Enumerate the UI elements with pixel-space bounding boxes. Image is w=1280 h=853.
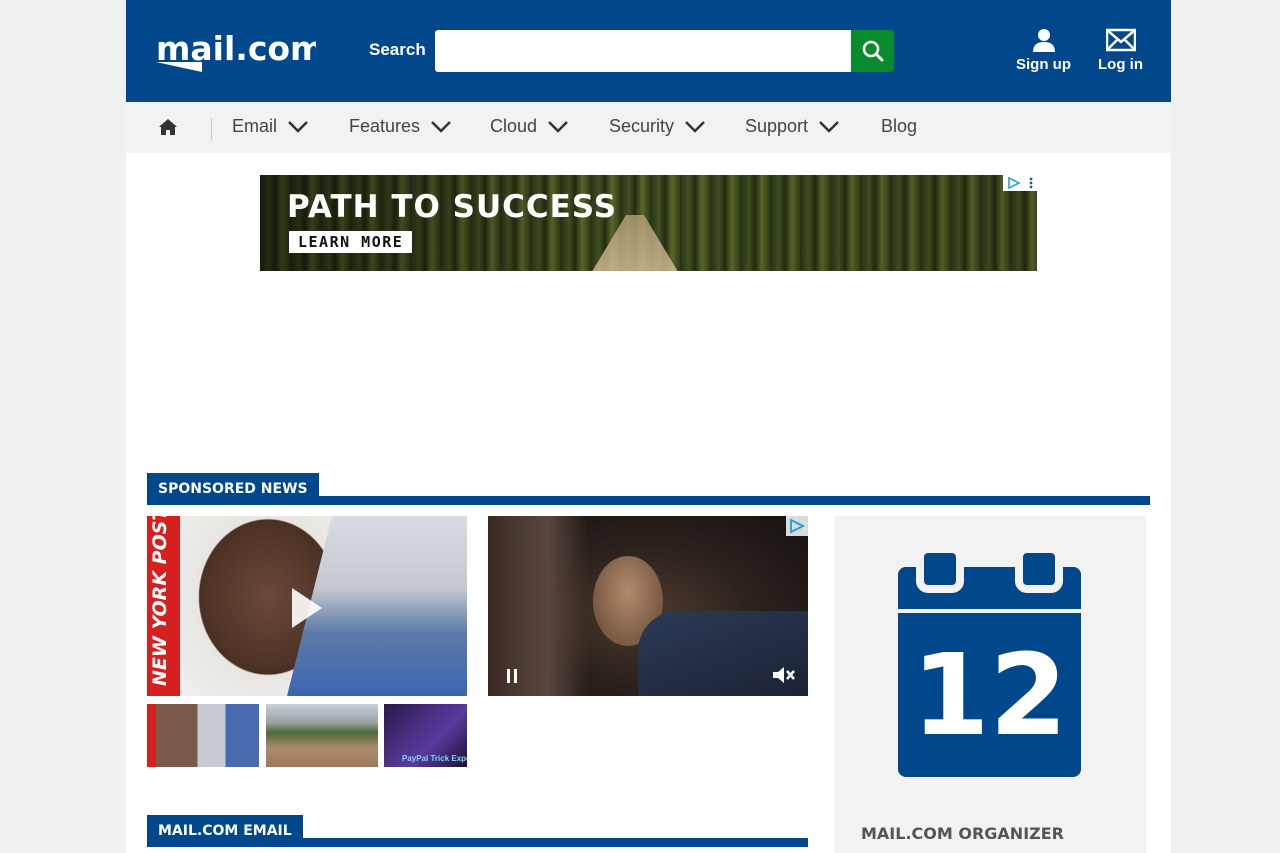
user-icon	[1032, 29, 1055, 52]
search-label: Search	[369, 40, 426, 59]
organizer-title: MAIL.COM ORGANIZER	[861, 824, 1064, 843]
chevron-down-icon	[548, 120, 568, 133]
signup-button[interactable]: Sign up	[1016, 28, 1071, 73]
nav-item-label: Email	[232, 116, 278, 136]
organizer-card[interactable]: 12 MAIL.COM ORGANIZER	[835, 516, 1146, 853]
search-icon	[862, 40, 883, 62]
ad-info-badge[interactable]	[786, 516, 808, 536]
chevron-down-icon	[819, 120, 839, 133]
page: mail.com Search Sign up Log in Email Fea…	[126, 0, 1171, 853]
mailcom-email-header: MAIL.COM EMAIL	[147, 815, 808, 847]
chevron-down-icon	[288, 120, 308, 133]
nav-item-security[interactable]: Security	[609, 116, 706, 137]
search-input[interactable]	[435, 30, 851, 72]
nav-item-label: Support	[745, 116, 809, 136]
nav-item-support[interactable]: Support	[745, 116, 840, 137]
play-icon[interactable]	[292, 588, 322, 628]
ad-headline: PATH TO SUCCESS	[287, 189, 618, 225]
ad-learn-more-button[interactable]: LEARN MORE	[289, 231, 413, 253]
chevron-down-icon	[685, 120, 705, 133]
login-label: Log in	[1098, 56, 1143, 73]
main-nav: Email Features Cloud Security Support Bl…	[126, 102, 1171, 153]
video-thumbnail[interactable]: PayPal Trick Expos	[384, 704, 467, 767]
nav-item-features[interactable]: Features	[349, 116, 452, 137]
sponsored-news-header: SPONSORED NEWS	[147, 473, 1150, 505]
calendar-day-number: 12	[911, 631, 1068, 761]
nav-item-label: Cloud	[490, 116, 538, 136]
sponsored-video-player[interactable]: NEW YORK POST	[147, 516, 467, 696]
pause-icon[interactable]	[506, 668, 518, 684]
search-button[interactable]	[851, 30, 894, 72]
section-rule	[147, 496, 1150, 505]
nav-item-cloud[interactable]: Cloud	[490, 116, 569, 137]
adchoices-icon	[790, 518, 806, 534]
signup-label: Sign up	[1016, 56, 1071, 73]
nav-item-email[interactable]: Email	[232, 116, 309, 137]
more-options-icon	[1029, 177, 1033, 189]
nav-item-label: Security	[609, 116, 675, 136]
home-icon	[159, 119, 177, 135]
ad-banner[interactable]: PATH TO SUCCESS LEARN MORE	[260, 175, 1037, 271]
adchoices-icon	[1008, 177, 1021, 189]
section-rule	[147, 838, 808, 847]
video-brand-label: NEW YORK POST	[149, 516, 171, 686]
login-button[interactable]: Log in	[1098, 28, 1143, 73]
thumbnail-caption: PayPal Trick Expos	[402, 754, 467, 763]
video-adult-figure	[488, 516, 588, 696]
nav-item-label: Features	[349, 116, 421, 136]
video-thumbnail[interactable]	[147, 704, 259, 767]
mute-icon[interactable]	[772, 666, 796, 684]
ad-video-player[interactable]	[488, 516, 808, 696]
chevron-down-icon	[431, 120, 451, 133]
nav-item-label: Blog	[881, 116, 918, 136]
envelope-icon	[1105, 28, 1136, 52]
nav-divider	[211, 118, 212, 140]
mailcom-logo[interactable]: mail.com	[156, 28, 324, 74]
nav-item-blog[interactable]: Blog	[881, 116, 917, 137]
ad-choices[interactable]	[1003, 175, 1037, 191]
header: mail.com Search Sign up Log in	[126, 0, 1171, 102]
nav-home[interactable]	[158, 117, 178, 142]
video-thumbnail[interactable]	[266, 704, 378, 767]
